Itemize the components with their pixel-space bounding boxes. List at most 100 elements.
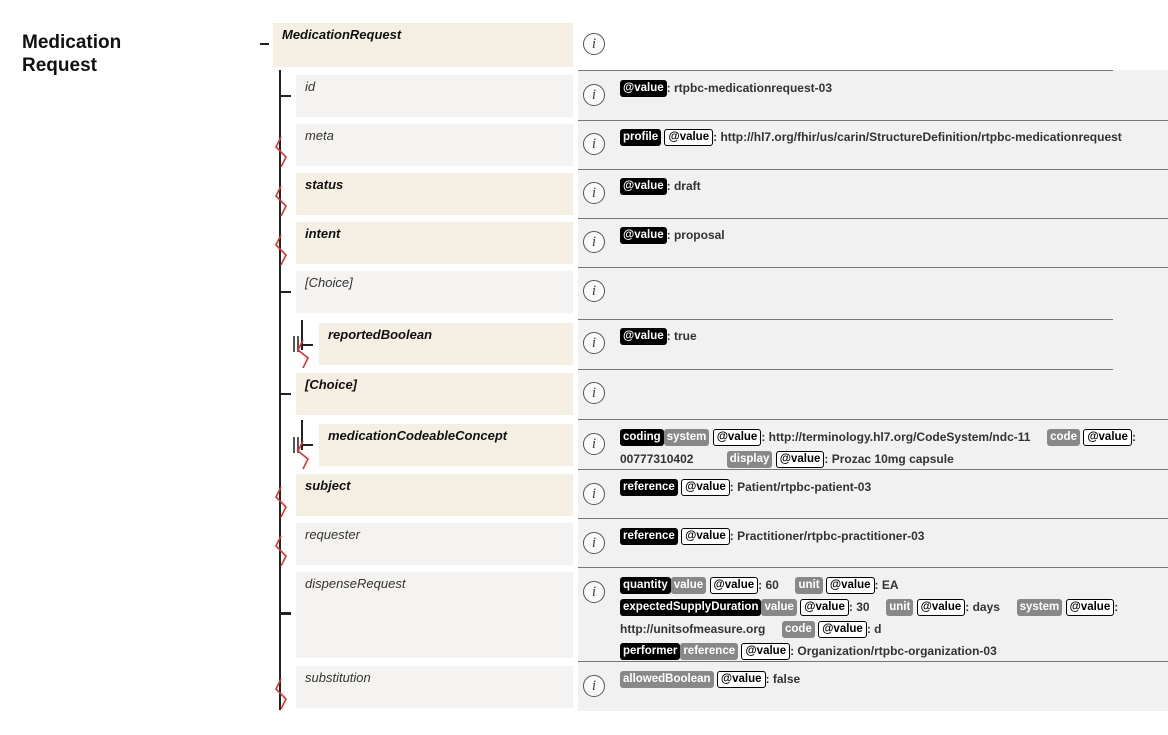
element-badge: @value — [620, 80, 667, 98]
tree-node-choice[interactable]: [Choice] — [296, 373, 573, 415]
tree-branch — [279, 95, 291, 97]
element-value-text: : draft — [666, 179, 701, 193]
element-value-text: : rtpbc-medicationrequest-03 — [666, 81, 832, 95]
element-value-text: : — [1114, 600, 1119, 614]
node-label: medicationCodeableConcept — [328, 428, 508, 443]
info-icon[interactable]: i — [583, 182, 605, 204]
element-value-text: : proposal — [666, 228, 725, 242]
value-substitution: allowedBoolean @value: false — [620, 668, 800, 690]
element-value-text: : false — [765, 672, 801, 686]
info-glyph: i — [591, 678, 597, 694]
element-value-text: : d — [866, 622, 882, 636]
element-badge: @value — [1065, 599, 1115, 617]
separator — [578, 567, 1168, 568]
element-value-text: : 30 — [848, 600, 870, 614]
info-icon[interactable]: i — [583, 332, 605, 354]
element-badge: unit — [886, 599, 914, 617]
element-value-text: 00777310402 — [620, 452, 694, 466]
separator — [578, 120, 1168, 121]
info-icon[interactable]: i — [583, 33, 605, 55]
element-badge: reference — [680, 643, 739, 661]
tree-node-requester[interactable]: requester — [296, 523, 573, 565]
info-glyph: i — [591, 486, 597, 502]
root-collapse-marker[interactable] — [260, 43, 269, 45]
element-value-text: : Patient/rtpbc-patient-03 — [729, 480, 872, 494]
tree-node-reportedBoolean[interactable]: reportedBoolean — [319, 323, 573, 365]
element-value-text: : Prozac 10mg capsule — [824, 452, 954, 466]
element-value-text: : days — [965, 600, 1000, 614]
cardinality-zigzag-icon — [275, 679, 287, 709]
node-label: subject — [305, 478, 351, 493]
element-badge: @value — [709, 577, 759, 595]
info-icon[interactable]: i — [583, 581, 605, 603]
separator — [578, 70, 1113, 71]
separator — [578, 267, 1168, 268]
info-glyph: i — [591, 36, 597, 52]
cardinality-zigzag-icon — [296, 340, 310, 368]
element-value-text: http://unitsofmeasure.org — [620, 622, 766, 636]
element-badge: @value — [620, 227, 667, 245]
node-label: dispenseRequest — [305, 576, 406, 591]
cardinality-zigzag-icon — [275, 487, 287, 517]
value-reportedBoolean: @value: true — [620, 325, 697, 347]
info-icon[interactable]: i — [583, 231, 605, 253]
info-glyph: i — [591, 436, 597, 452]
tree-node-meta[interactable]: meta — [296, 124, 573, 166]
separator — [578, 218, 1168, 219]
cardinality-zigzag-icon — [275, 137, 287, 167]
element-badge: quantity — [620, 577, 671, 595]
node-label: intent — [305, 226, 341, 241]
element-badge: system — [663, 429, 710, 447]
info-icon[interactable]: i — [583, 483, 605, 505]
node-label: substitution — [305, 670, 371, 685]
element-badge: @value — [775, 451, 825, 469]
element-badge: value — [761, 599, 797, 617]
tree-node-choice[interactable]: [Choice] — [296, 271, 573, 313]
element-badge: @value — [712, 429, 762, 447]
tree-node-status[interactable]: status — [296, 173, 573, 215]
element-badge: value — [670, 577, 707, 595]
element-badge: @value — [741, 643, 791, 661]
tree-node-substitution[interactable]: substitution — [296, 666, 573, 708]
info-icon[interactable]: i — [583, 133, 605, 155]
tree-node-intent[interactable]: intent — [296, 222, 573, 264]
value-id: @value: rtpbc-medicationrequest-03 — [620, 77, 832, 99]
element-value-text: : Organization/rtpbc-organization-03 — [790, 644, 997, 658]
info-glyph: i — [591, 584, 597, 600]
info-icon[interactable]: i — [583, 532, 605, 554]
tree-node-subject[interactable]: subject — [296, 474, 573, 516]
page-title: Medication Request — [22, 32, 122, 76]
tree-node-root[interactable]: MedicationRequest — [273, 23, 573, 67]
info-icon[interactable]: i — [583, 675, 605, 697]
separator — [578, 369, 1113, 370]
element-badge: profile — [620, 129, 662, 147]
element-badge: @value — [825, 577, 875, 595]
element-value-text: : — [1131, 430, 1136, 444]
element-badge: display — [726, 451, 773, 469]
element-badge: @value — [916, 599, 966, 617]
element-badge: @value — [620, 328, 667, 346]
info-glyph: i — [591, 87, 597, 103]
tree-node-id[interactable]: id — [296, 75, 573, 117]
tree-node-medicationCodeableConcept[interactable]: medicationCodeableConcept — [319, 424, 573, 466]
element-badge: allowedBoolean — [620, 671, 714, 689]
info-icon[interactable]: i — [583, 84, 605, 106]
node-label: requester — [305, 527, 360, 542]
info-icon[interactable]: i — [583, 280, 605, 302]
tree-node-dispenseRequest[interactable]: dispenseRequest — [296, 572, 573, 658]
info-icon[interactable]: i — [583, 382, 605, 404]
info-glyph: i — [591, 535, 597, 551]
separator — [578, 518, 1168, 519]
element-value-text: : http://hl7.org/fhir/us/carin/Structure… — [713, 130, 1122, 144]
element-badge: code — [1047, 429, 1080, 447]
info-glyph: i — [591, 234, 597, 250]
separator — [578, 169, 1168, 170]
element-badge: system — [1016, 599, 1063, 617]
info-glyph: i — [591, 283, 597, 299]
element-badge: @value — [716, 671, 766, 689]
node-label: MedicationRequest — [282, 27, 402, 42]
info-icon[interactable]: i — [583, 433, 605, 455]
element-badge: reference — [620, 528, 678, 546]
node-label: [Choice] — [305, 377, 357, 392]
info-glyph: i — [591, 385, 597, 401]
